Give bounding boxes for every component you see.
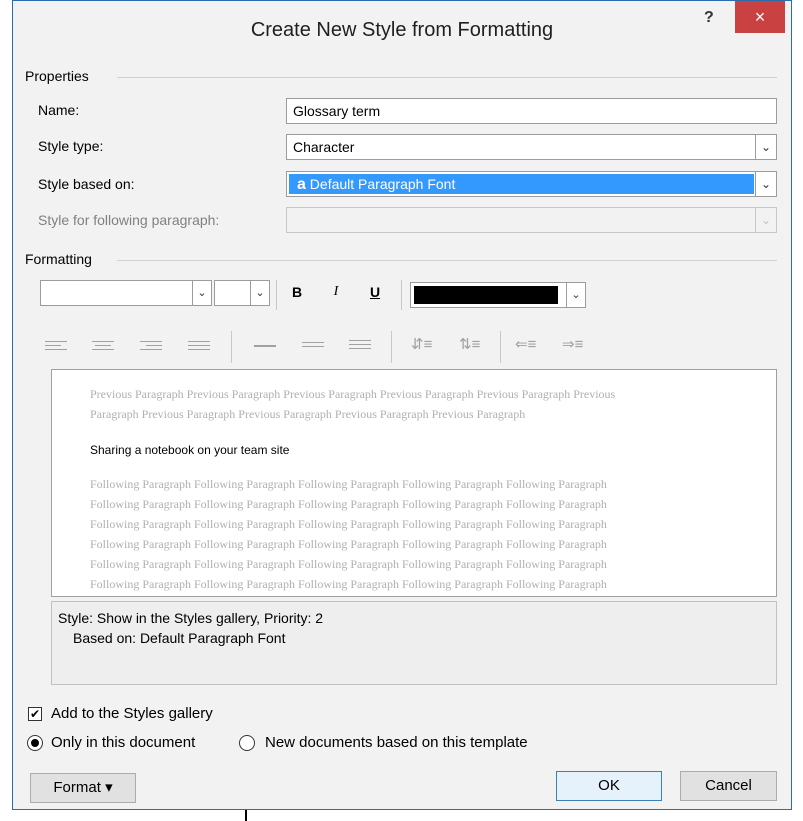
ok-button[interactable]: OK	[556, 771, 662, 801]
font-size-select[interactable]: ⌄	[214, 280, 270, 306]
character-style-icon: a	[297, 176, 306, 193]
chevron-down-icon[interactable]: ⌄	[250, 281, 269, 305]
style-type-label: Style type:	[38, 138, 104, 154]
following-paragraph-line: Following Paragraph Following Paragraph …	[90, 497, 607, 511]
close-button[interactable]: ×	[735, 1, 785, 33]
font-color-select[interactable]: ⌄	[410, 282, 586, 308]
format-button-label: Format	[53, 779, 101, 796]
align-right-icon[interactable]	[140, 341, 162, 355]
chevron-down-icon[interactable]: ⌄	[755, 172, 776, 196]
only-this-document-radio[interactable]	[27, 735, 43, 751]
chevron-down-icon[interactable]: ⌄	[755, 135, 776, 159]
font-color-swatch	[414, 286, 558, 304]
align-center-icon[interactable]	[92, 341, 114, 355]
chevron-down-icon: ⌄	[755, 208, 776, 232]
add-to-gallery-label[interactable]: Add to the Styles gallery	[51, 705, 213, 722]
description-line: Style: Show in the Styles gallery, Prior…	[58, 610, 324, 626]
format-button[interactable]: Format ▾	[30, 773, 136, 803]
based-on-selected-item: a Default Paragraph Font	[289, 174, 754, 194]
toolbar-separator	[276, 280, 277, 310]
previous-paragraph-line: Paragraph Previous Paragraph Previous Pa…	[90, 407, 526, 421]
chevron-down-icon[interactable]: ⌄	[192, 281, 211, 305]
style-type-value: Character	[293, 139, 355, 155]
following-paragraph-line: Following Paragraph Following Paragraph …	[90, 517, 607, 531]
justify-icon[interactable]	[188, 341, 210, 355]
chevron-down-icon[interactable]: ⌄	[566, 283, 585, 307]
one-half-spacing-icon[interactable]	[302, 342, 324, 356]
add-to-gallery-checkbox[interactable]: ✔	[28, 707, 42, 721]
properties-group-label: Properties	[25, 68, 89, 84]
dialog-title: Create New Style from Formatting	[250, 19, 554, 41]
following-paragraph-line: Following Paragraph Following Paragraph …	[90, 557, 607, 571]
dropdown-arrow-icon: ▾	[105, 779, 113, 796]
following-paragraph-label: Style for following paragraph:	[38, 212, 220, 228]
based-on-value: Default Paragraph Font	[309, 176, 456, 192]
name-label: Name:	[38, 102, 80, 118]
following-paragraph-line: Following Paragraph Following Paragraph …	[90, 577, 607, 591]
properties-divider	[117, 77, 777, 78]
single-spacing-icon[interactable]	[254, 345, 276, 359]
increase-paragraph-spacing-icon[interactable]: ⇵≡	[411, 335, 432, 353]
description-line: Based on: Default Paragraph Font	[73, 630, 286, 646]
sample-text: Sharing a notebook on your team site	[90, 443, 290, 457]
font-name-select[interactable]: ⌄	[40, 280, 212, 306]
toolbar-separator	[401, 280, 402, 310]
based-on-label: Style based on:	[38, 176, 135, 192]
previous-paragraph-line: Previous Paragraph Previous Paragraph Pr…	[90, 387, 616, 401]
cancel-button[interactable]: Cancel	[680, 771, 777, 801]
underline-button[interactable]: U	[364, 284, 386, 300]
decrease-indent-icon[interactable]: ⇐≡	[515, 335, 536, 353]
new-documents-radio[interactable]	[239, 735, 255, 751]
formatting-divider	[117, 260, 777, 261]
style-preview-pane: Previous Paragraph Previous Paragraph Pr…	[51, 369, 777, 597]
decrease-paragraph-spacing-icon[interactable]: ⇅≡	[459, 335, 480, 353]
style-type-select[interactable]: Character ⌄	[286, 134, 777, 160]
bold-button[interactable]: B	[286, 284, 308, 300]
only-this-document-label[interactable]: Only in this document	[51, 734, 195, 751]
italic-button[interactable]: I	[325, 284, 347, 300]
toolbar-separator	[231, 331, 232, 363]
align-left-icon[interactable]	[45, 341, 67, 355]
radio-selected-dot	[31, 739, 39, 747]
following-paragraph-line: Following Paragraph Following Paragraph …	[90, 537, 607, 551]
increase-indent-icon[interactable]: ⇒≡	[562, 335, 583, 353]
help-button[interactable]: ?	[704, 9, 714, 27]
based-on-select[interactable]: a Default Paragraph Font ⌄	[286, 171, 777, 197]
following-paragraph-line: Following Paragraph Following Paragraph …	[90, 477, 607, 491]
toolbar-separator	[391, 331, 392, 363]
following-paragraph-select: ⌄	[286, 207, 777, 233]
title-bar: Create New Style from Formatting ? ×	[13, 1, 791, 63]
new-documents-label[interactable]: New documents based on this template	[265, 734, 528, 751]
formatting-group-label: Formatting	[25, 251, 92, 267]
style-description: Style: Show in the Styles gallery, Prior…	[51, 601, 777, 685]
name-field[interactable]: Glossary term	[286, 98, 777, 124]
create-style-dialog: Create New Style from Formatting ? × Pro…	[12, 0, 792, 810]
toolbar-separator	[500, 331, 501, 363]
double-spacing-icon[interactable]	[349, 340, 371, 354]
